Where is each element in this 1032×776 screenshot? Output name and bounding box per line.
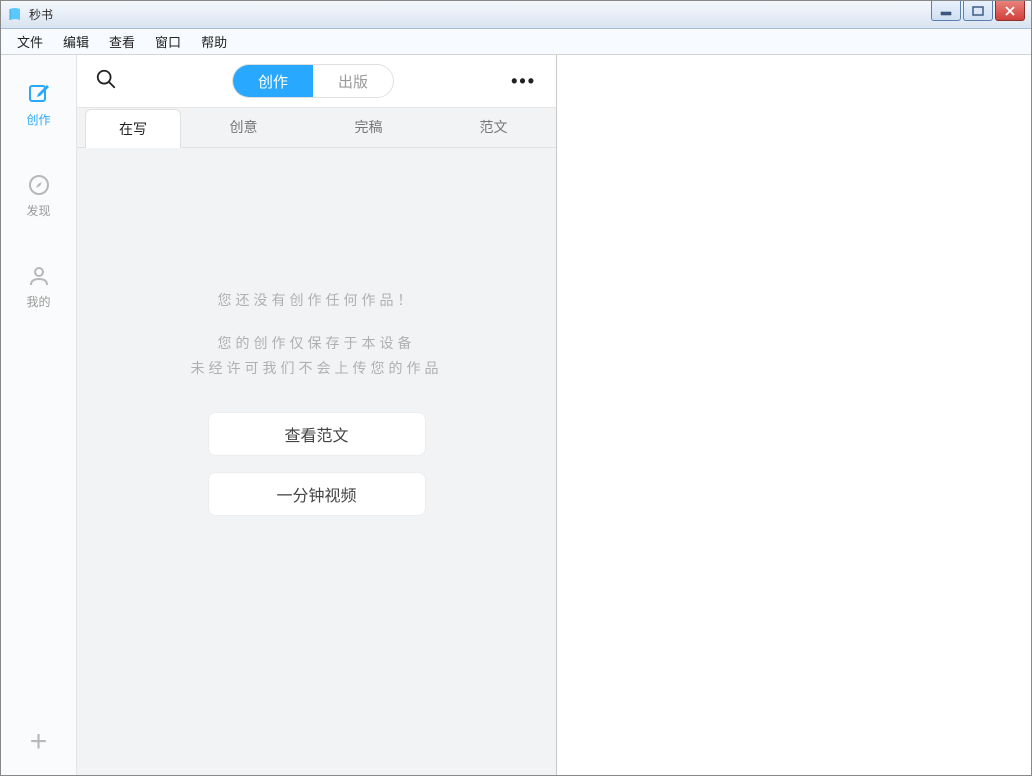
- tab-writing[interactable]: 在写: [85, 109, 181, 148]
- search-button[interactable]: [91, 66, 121, 96]
- tab-sample[interactable]: 范文: [431, 117, 556, 147]
- middle-header: 创作 出版 •••: [77, 55, 556, 108]
- empty-message-line2: 您的创作仅保存于本设备: [218, 331, 416, 356]
- client-area: 创作 发现 我的 +: [1, 55, 1031, 775]
- more-button[interactable]: •••: [505, 67, 542, 96]
- middle-body: 您还没有创作任何作品！ 您的创作仅保存于本设备 未经许可我们不会上传您的作品 查…: [77, 148, 556, 775]
- profile-icon: [1, 263, 76, 289]
- sidebar-item-create[interactable]: 创作: [1, 73, 76, 144]
- segmented-control: 创作 出版: [232, 64, 394, 98]
- sidebar-item-label: 创作: [1, 111, 76, 128]
- sidebar-item-profile[interactable]: 我的: [1, 255, 76, 326]
- sidebar-item-label: 发现: [1, 202, 76, 219]
- tab-done[interactable]: 完稿: [306, 117, 431, 147]
- tabs-row: 在写 创意 完稿 范文: [77, 108, 556, 148]
- window-titlebar: 秒书: [1, 1, 1031, 29]
- ellipsis-icon: •••: [511, 71, 536, 91]
- app-icon: [7, 7, 23, 23]
- tab-idea[interactable]: 创意: [181, 117, 306, 147]
- menu-edit[interactable]: 编辑: [53, 29, 99, 54]
- sidebar-item-label: 我的: [1, 293, 76, 310]
- maximize-button[interactable]: [963, 1, 993, 21]
- right-column: [557, 55, 1031, 775]
- view-samples-button[interactable]: 查看范文: [208, 412, 426, 456]
- close-button[interactable]: [995, 1, 1025, 21]
- middle-top-row: 创作 出版 •••: [77, 55, 556, 107]
- menu-help[interactable]: 帮助: [191, 29, 237, 54]
- sidebar: 创作 发现 我的 +: [1, 55, 77, 775]
- menu-window[interactable]: 窗口: [145, 29, 191, 54]
- segment-create[interactable]: 创作: [233, 65, 313, 97]
- menu-file[interactable]: 文件: [7, 29, 53, 54]
- segment-publish[interactable]: 出版: [313, 65, 393, 97]
- window-title: 秒书: [29, 6, 53, 23]
- minimize-button[interactable]: [931, 1, 961, 21]
- middle-column: 创作 出版 ••• 在写 创意 完稿 范文 您还没有创作任何作品！ 您的创作仅保…: [77, 55, 557, 775]
- menubar: 文件 编辑 查看 窗口 帮助: [1, 29, 1031, 55]
- empty-message-line1: 您还没有创作任何作品！: [218, 288, 416, 313]
- window-buttons: [929, 1, 1031, 23]
- empty-message-line3: 未经许可我们不会上传您的作品: [191, 356, 443, 381]
- sidebar-add-button[interactable]: +: [1, 727, 76, 757]
- discover-icon: [1, 172, 76, 198]
- one-minute-video-button[interactable]: 一分钟视频: [208, 472, 426, 516]
- compose-icon: [1, 81, 76, 107]
- plus-icon: +: [30, 725, 48, 758]
- search-icon: [95, 68, 117, 95]
- menu-view[interactable]: 查看: [99, 29, 145, 54]
- sidebar-item-discover[interactable]: 发现: [1, 164, 76, 235]
